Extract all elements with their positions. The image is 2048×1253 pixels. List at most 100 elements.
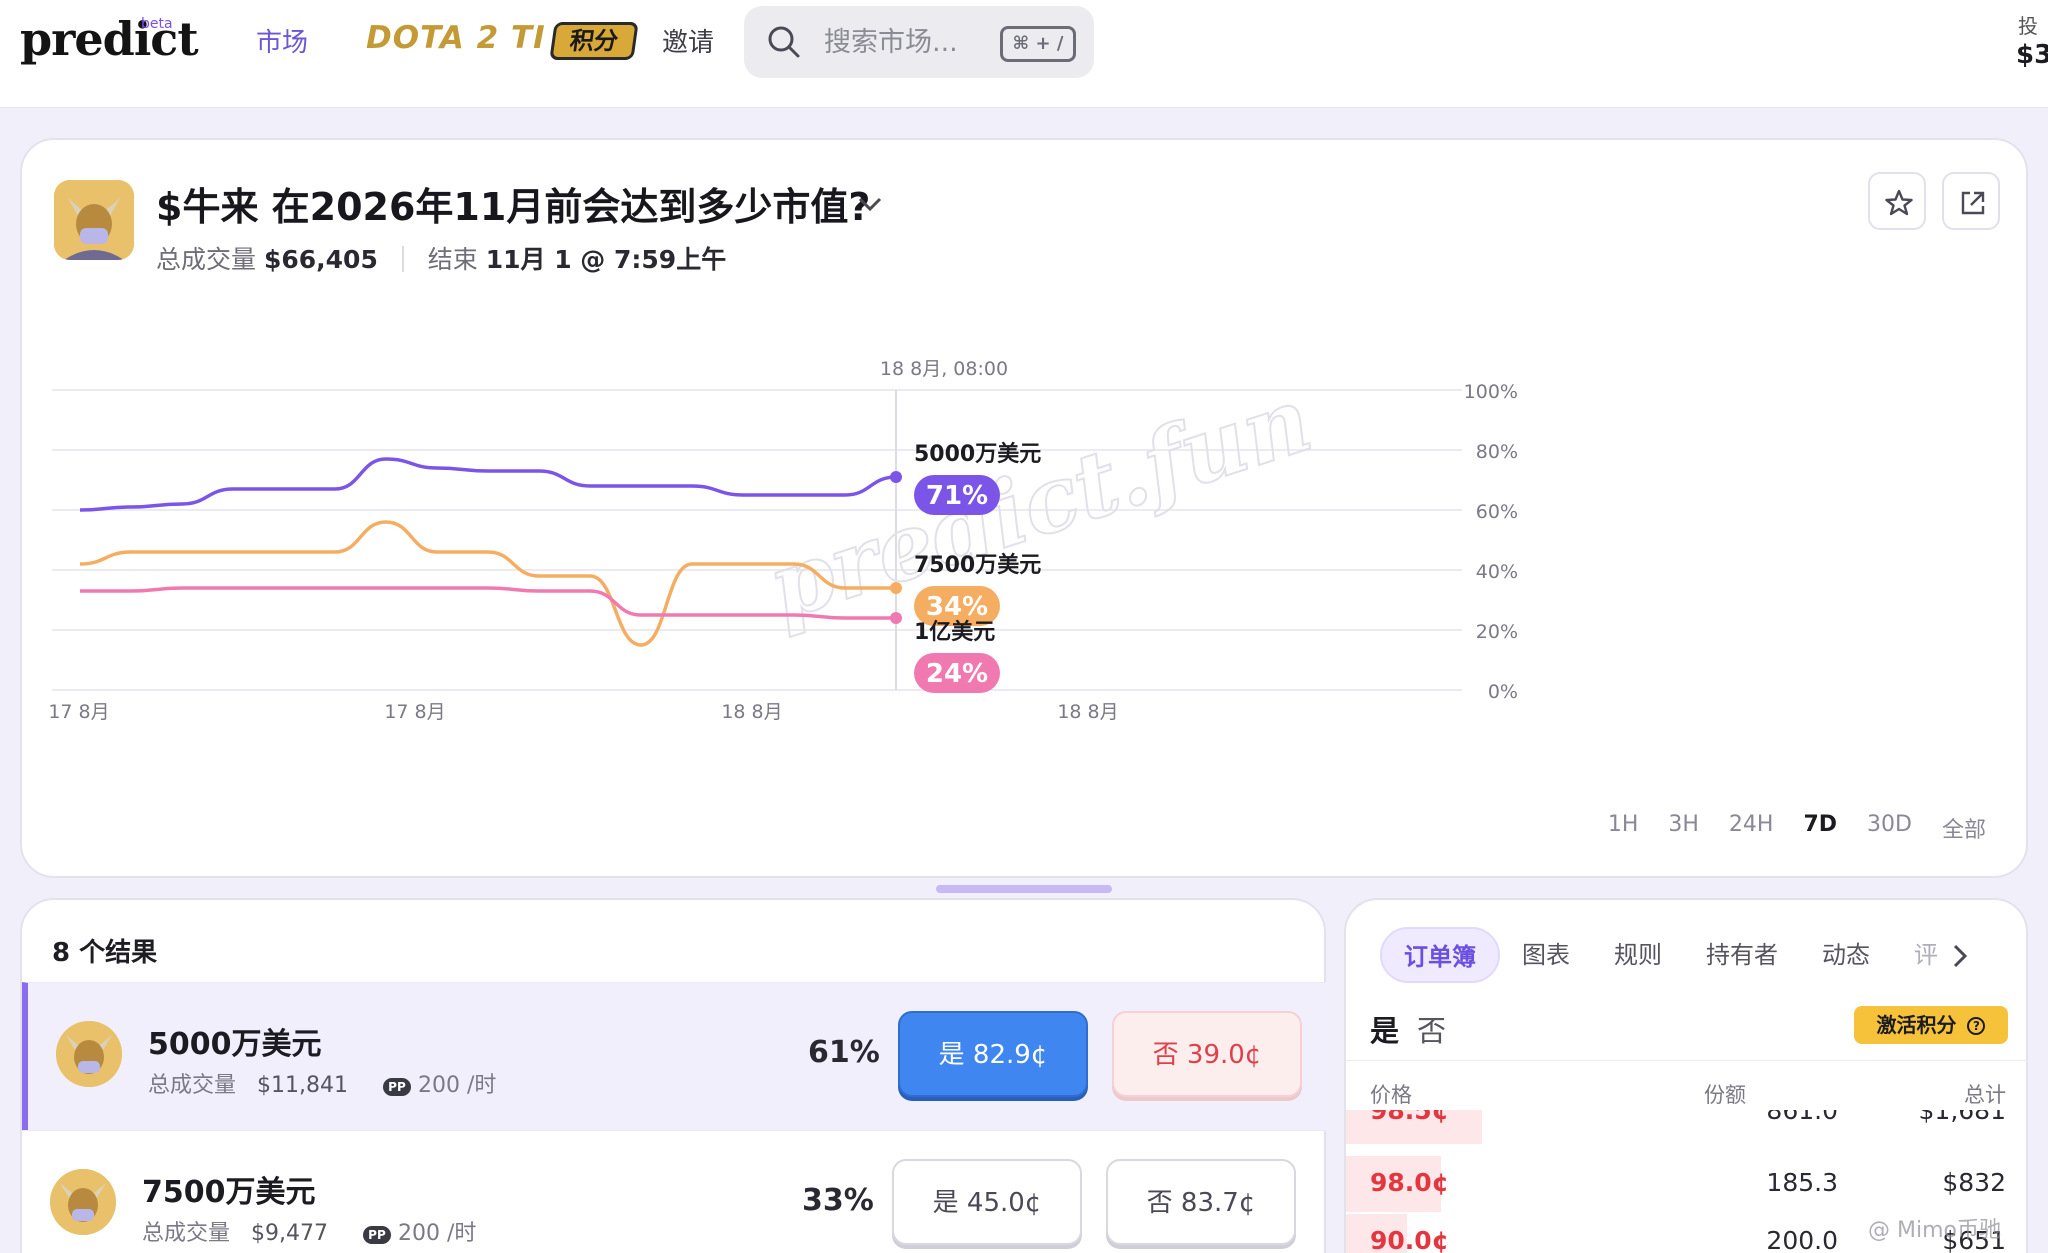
outcome-volume-label: 总成交量 [148, 1073, 237, 1098]
market-avatar [54, 180, 134, 260]
chart-watermark: predict.fun [756, 366, 1323, 640]
tab-holders[interactable]: 持有者 [1684, 927, 1800, 983]
ask-price: 90.0¢ [1370, 1226, 1450, 1253]
y-tick-label: 40% [1476, 561, 1518, 583]
range-tab-全部[interactable]: 全部 [1942, 812, 1986, 844]
buy-yes-button[interactable]: 是 45.0¢ [892, 1159, 1082, 1245]
range-tab-3h[interactable]: 3H [1668, 812, 1699, 844]
y-tick-label: 20% [1476, 621, 1518, 643]
nav-dota[interactable]: DOTA 2 TI [366, 20, 546, 56]
col-total: 总计 [1964, 1083, 2006, 1107]
series-endpoint [890, 471, 902, 483]
nav-invite[interactable]: 邀请 [662, 22, 714, 59]
nav-points[interactable]: 积分 [549, 22, 639, 60]
toggle-yes[interactable]: 是 [1370, 1014, 1399, 1048]
outcome-avatar [50, 1169, 116, 1235]
outcome-row[interactable]: 7500万美元 总成交量 $9,477 PP 200 /时 33% 是 45.0… [22, 1130, 1326, 1253]
range-tab-30d[interactable]: 30D [1867, 812, 1912, 844]
chevron-right-icon[interactable] [1946, 942, 1974, 970]
range-tab-7d[interactable]: 7D [1803, 812, 1837, 844]
tab-chart[interactable]: 图表 [1500, 927, 1592, 983]
series-value-label: 24% [926, 659, 988, 689]
ask-price: 98.5¢ [1370, 1110, 1450, 1125]
range-tab-24h[interactable]: 24H [1729, 812, 1774, 844]
range-tabs: 1H 3H 24H 7D 30D 全部 [1608, 812, 1986, 844]
buy-yes-button[interactable]: 是 82.9¢ [898, 1011, 1088, 1097]
ask-shares: 861.0 [1766, 1110, 1838, 1125]
yes-no-toggle: 是否 [1370, 1008, 1446, 1050]
end-label: 结束 [427, 245, 478, 274]
tab-orderbook[interactable]: 订单簿 [1380, 927, 1500, 983]
bull-icon [50, 1169, 116, 1235]
activate-points-button[interactable]: 激活积分 ? [1854, 1006, 2008, 1044]
outcome-rate: 200 /时 [397, 1221, 477, 1246]
watermark: @ Mimo币驰 [1868, 1218, 2001, 1243]
chevron-down-icon[interactable] [854, 188, 886, 220]
tab-rules[interactable]: 规则 [1592, 927, 1684, 983]
beta-badge: beta [141, 16, 173, 32]
series-value-label: 34% [926, 592, 988, 622]
outcome-volume: $11,841 [257, 1073, 348, 1098]
bull-icon [54, 180, 134, 260]
y-tick-label: 100% [1464, 381, 1518, 403]
outcome-name: 5000万美元 [148, 1027, 322, 1062]
outcome-name: 7500万美元 [142, 1175, 316, 1210]
outcome-avatar [56, 1021, 122, 1087]
outcome-rate: 200 /时 [417, 1073, 497, 1098]
orderbook-row[interactable]: 98.0¢ 185.3 $832 [1346, 1156, 2028, 1212]
series-line [79, 457, 897, 512]
favorite-button[interactable] [1868, 172, 1926, 230]
volume-label: 总成交量 [156, 245, 257, 274]
outcome-row[interactable]: 5000万美元 总成交量 $11,841 PP 200 /时 61% 是 82.… [22, 982, 1326, 1130]
orderbook-tabs: 订单簿 图表 规则 持有者 动态 评 [1380, 926, 1960, 984]
balance[interactable]: $3 [2016, 40, 2048, 70]
y-tick-label: 60% [1476, 501, 1518, 523]
help-icon: ? [1967, 1017, 1986, 1035]
outcomes-card: 8 个结果 5000万美元 总成交量 $11,841 PP 200 /时 61%… [20, 898, 1326, 1253]
ask-total: $1,681 [1918, 1110, 2006, 1125]
search-shortcut: ⌘ + / [1000, 26, 1076, 62]
series-value-label: 71% [926, 481, 988, 511]
market-title: $牛来 在2026年11月前会达到多少市值? [156, 185, 871, 229]
resize-handle[interactable] [936, 885, 1112, 893]
pp-icon: PP [362, 1226, 391, 1244]
orderbook-header: 价格 份额 总计 [1346, 1060, 2028, 1116]
search-input[interactable] [824, 22, 994, 62]
top-nav: predict beta 市场 DOTA 2 TI 积分 邀请 ⌘ + / 投 … [0, 0, 2048, 108]
share-button[interactable] [1942, 172, 2000, 230]
end-value: 11月 1 @ 7:59上午 [485, 245, 727, 274]
col-price: 价格 [1370, 1083, 1412, 1107]
series-name-label: 5000万美元 [914, 441, 1041, 467]
price-chart[interactable]: 100% 80% 60% 40% 20% 0% 17 8月 17 8月 18 8月 18 8月 18… [22, 290, 2026, 810]
top-right-label: 投 [2018, 14, 2038, 38]
y-tick-label: 80% [1476, 441, 1518, 463]
hover-time-label: 18 8月, 08:00 [880, 358, 1008, 380]
x-tick-label: 17 8月 [384, 701, 445, 723]
toggle-no[interactable]: 否 [1417, 1014, 1446, 1048]
ask-shares: 200.0 [1766, 1226, 1838, 1253]
outcome-volume-label: 总成交量 [142, 1221, 231, 1246]
x-tick-label: 18 8月 [721, 701, 782, 723]
nav-markets[interactable]: 市场 [256, 22, 308, 59]
star-icon [1885, 189, 1913, 216]
outcome-meta: 总成交量 $11,841 PP 200 /时 [148, 1067, 496, 1099]
range-tab-1h[interactable]: 1H [1608, 812, 1639, 844]
search-icon [768, 26, 800, 58]
y-tick-label: 0% [1488, 681, 1518, 703]
outcomes-count: 8 个结果 [52, 938, 158, 968]
buy-no-button[interactable]: 否 83.7¢ [1106, 1159, 1296, 1245]
orderbook-row[interactable]: 98.5¢ 861.0 $1,681 [1346, 1110, 2028, 1144]
search-box[interactable]: ⌘ + / [744, 6, 1094, 78]
outcome-meta: 总成交量 $9,477 PP 200 /时 [142, 1215, 476, 1247]
activate-label: 激活积分 [1876, 1013, 1957, 1037]
market-card: $牛来 在2026年11月前会达到多少市值? 总成交量 $66,405 结束 1… [20, 138, 2028, 878]
ask-total: $832 [1942, 1168, 2006, 1197]
col-shares: 份额 [1704, 1083, 1746, 1107]
tab-activity[interactable]: 动态 [1800, 927, 1892, 983]
market-meta: 总成交量 $66,405 结束 11月 1 @ 7:59上午 [156, 240, 726, 276]
buy-no-button[interactable]: 否 39.0¢ [1112, 1011, 1302, 1097]
x-tick-label: 18 8月 [1057, 701, 1118, 723]
series-name-label: 7500万美元 [914, 552, 1041, 578]
pp-icon: PP [382, 1078, 411, 1096]
ask-price: 98.0¢ [1370, 1168, 1450, 1197]
